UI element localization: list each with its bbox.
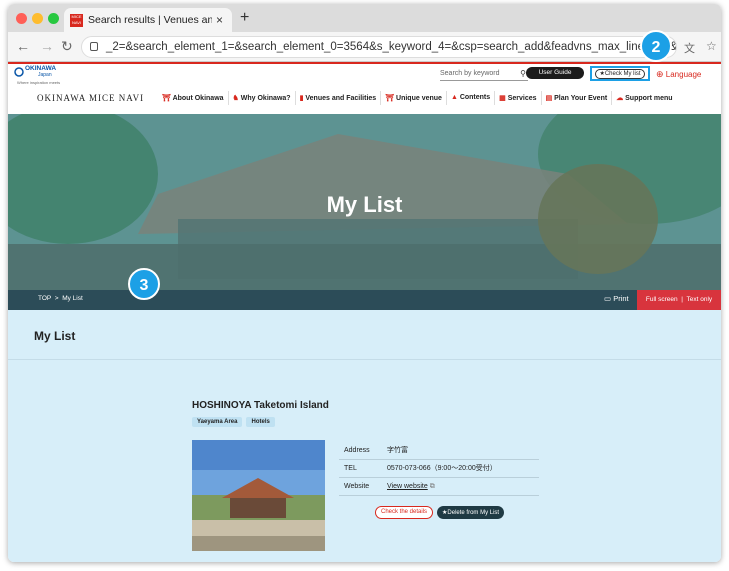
browser-window: MICE NAVI Search results | Venues and Fa…	[8, 4, 721, 562]
check-my-list-button[interactable]: ★Check My list	[595, 69, 645, 79]
nav-unique-venue[interactable]: ⛩ Unique venue	[380, 91, 446, 105]
site-search[interactable]: Search by keyword ⚲	[440, 67, 528, 81]
star-icon[interactable]: ☆	[706, 39, 717, 53]
breadcrumb-separator: >	[54, 295, 59, 302]
gate-icon: ⛩	[385, 95, 395, 102]
search-input[interactable]: Search by keyword	[440, 70, 500, 77]
tab-bar: MICE NAVI Search results | Venues and Fa…	[8, 4, 721, 32]
address-row: Address 字竹富	[339, 442, 539, 460]
tel-value: 0570-073-066（9:00～20:00受付）	[387, 465, 497, 472]
breadcrumb-bar: TOP > My List ▭ Print Full screen | Text…	[8, 290, 721, 310]
callout-badge-2: 2	[640, 30, 672, 62]
item-title[interactable]: HOSHINOYA Taketomi Island	[192, 400, 542, 411]
callout-badge-3: 3	[128, 268, 160, 300]
nav-contents[interactable]: ▲ Contents	[445, 91, 494, 105]
fullscreen-button[interactable]: Full screen	[646, 296, 678, 303]
language-menu[interactable]: ⊕ Language	[656, 69, 701, 80]
browser-tab[interactable]: MICE NAVI Search results | Venues and Fa…	[64, 8, 232, 32]
clipboard-icon: ▤	[545, 95, 553, 102]
address-bar-row: ← → ↻ _2=&search_element_1=&search_eleme…	[8, 32, 721, 62]
minimize-window-button[interactable]	[32, 13, 43, 24]
view-website-link[interactable]: View website	[387, 483, 428, 490]
item-details: Address 字竹富 TEL 0570-073-066（9:00～20:00受…	[339, 442, 539, 496]
maximize-window-button[interactable]	[48, 13, 59, 24]
delete-from-list-button[interactable]: ★Delete from My List	[437, 506, 505, 519]
back-icon[interactable]: ←	[16, 38, 30, 54]
tag-category: Hotels	[246, 417, 275, 427]
main-nav: ⛩ About Okinawa ♞ Why Okinawa? ▮ Venues …	[158, 91, 677, 105]
nav-why-okinawa[interactable]: ♞ Why Okinawa?	[227, 91, 295, 105]
page-title: My List	[8, 310, 721, 360]
address-label: Address	[344, 447, 370, 454]
print-label: Print	[613, 294, 629, 303]
display-mode-toggle: Full screen | Text only	[637, 290, 721, 310]
nav-venues[interactable]: ▮ Venues and Facilities	[294, 91, 381, 105]
site-favicon: MICE NAVI	[70, 13, 83, 27]
item-photo	[192, 440, 325, 551]
support-icon: ☁	[616, 95, 624, 102]
tab-title: Search results | Venues and Fa	[88, 14, 212, 26]
nav-label: Plan Your Event	[554, 95, 608, 102]
tel-label: TEL	[344, 465, 357, 472]
hero-banner: My List	[8, 114, 721, 290]
divider: |	[681, 296, 683, 303]
nav-label: About Okinawa	[172, 95, 224, 102]
print-button[interactable]: ▭ Print	[604, 294, 629, 303]
building-icon: ▮	[299, 95, 304, 102]
close-window-button[interactable]	[16, 13, 27, 24]
breadcrumb-current: My List	[62, 295, 83, 302]
site-content: OKINAWA Japan Where inspiration meets Se…	[8, 62, 721, 114]
nav-label: Why Okinawa?	[240, 95, 291, 102]
reload-icon[interactable]: ↻	[61, 38, 73, 55]
address-value: 字竹富	[387, 447, 408, 454]
okinawa-logo[interactable]: OKINAWA Japan Where inspiration meets	[14, 65, 60, 86]
url-text: _2=&search_element_1=&search_element_0=3…	[106, 41, 677, 53]
logo-mark-icon	[14, 67, 24, 77]
tel-row: TEL 0570-073-066（9:00～20:00受付）	[339, 460, 539, 478]
globe-icon: ⊕	[656, 69, 664, 79]
my-list-panel: My List HOSHINOYA Taketomi Island Yaeyam…	[8, 310, 721, 562]
forward-icon[interactable]: →	[40, 38, 54, 54]
tag-area: Yaeyama Area	[192, 417, 243, 427]
printer-icon: ▭	[604, 294, 612, 303]
logo-tagline: Where inspiration meets	[17, 80, 61, 85]
list-item: HOSHINOYA Taketomi Island Yaeyama Area H…	[192, 400, 542, 551]
translate-icon[interactable]: 文	[684, 40, 695, 56]
site-header: OKINAWA Japan Where inspiration meets Se…	[8, 64, 721, 114]
nav-support[interactable]: ☁ Support menu	[611, 91, 676, 105]
services-icon: ▦	[499, 95, 506, 102]
breadcrumb: TOP > My List	[38, 295, 83, 302]
url-field[interactable]: _2=&search_element_1=&search_element_0=3…	[81, 36, 677, 58]
nav-label: Contents	[459, 94, 491, 101]
item-photo-image	[192, 440, 325, 551]
nav-plan-event[interactable]: ▤ Plan Your Event	[540, 91, 612, 105]
language-label: Language	[665, 70, 702, 79]
external-link-icon: ⧉	[429, 483, 435, 490]
website-label: Website	[344, 483, 370, 490]
check-my-list-highlight[interactable]: ★Check My list	[590, 66, 650, 81]
nav-label: Venues and Facilities	[305, 95, 377, 102]
text-only-button[interactable]: Text only	[686, 296, 712, 303]
item-tags: Yaeyama Area Hotels	[192, 417, 542, 427]
new-tab-button[interactable]: +	[240, 9, 249, 27]
item-actions: Check the details ★Delete from My List	[375, 506, 505, 519]
nav-label: Services	[507, 95, 537, 102]
hero-title: My List	[326, 192, 403, 217]
breadcrumb-top[interactable]: TOP	[38, 295, 51, 302]
nav-label: Support menu	[625, 95, 673, 102]
tab-close-icon[interactable]: ×	[216, 13, 223, 27]
user-guide-button[interactable]: User Guide	[526, 67, 584, 79]
nav-label: Unique venue	[396, 95, 442, 102]
lock-icon	[90, 42, 98, 51]
map-icon: ⛩	[162, 95, 171, 102]
lion-icon: ♞	[232, 95, 239, 102]
website-row: Website View website ⧉	[339, 478, 539, 496]
check-details-button[interactable]: Check the details	[375, 506, 434, 519]
nav-services[interactable]: ▦ Services	[494, 91, 540, 105]
nav-about-okinawa[interactable]: ⛩ About Okinawa	[158, 91, 228, 105]
roof-icon: ▲	[450, 94, 458, 101]
site-brand[interactable]: OKINAWA MICE NAVI	[37, 93, 144, 103]
